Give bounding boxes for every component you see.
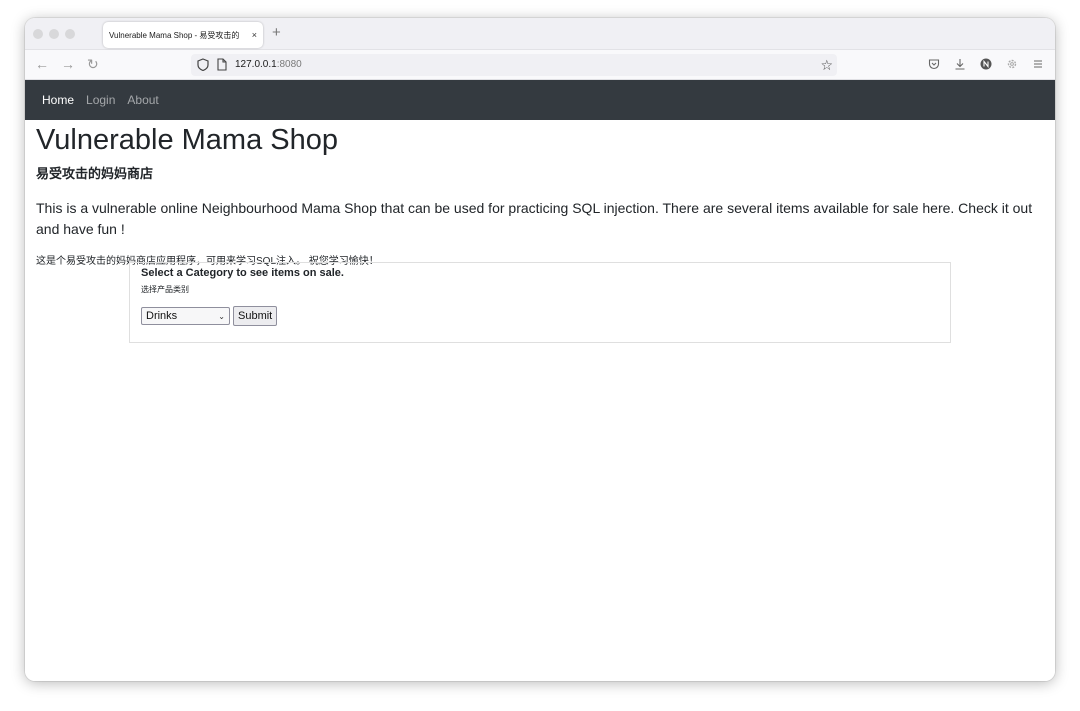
page-icon — [217, 58, 227, 71]
page-subtitle: 易受攻击的妈妈商店 — [36, 166, 154, 181]
category-select-value: Drinks — [146, 310, 178, 322]
bookmark-star-icon[interactable]: ☆ — [820, 57, 833, 74]
browser-window: Vulnerable Mama Shop - 易受攻击的 × + ← → ↻ 1… — [25, 18, 1055, 681]
url-text[interactable]: 127.0.0.1:8080 — [235, 59, 302, 70]
address-bar[interactable]: 127.0.0.1:8080 ☆ — [191, 54, 837, 76]
submit-button[interactable]: Submit — [233, 306, 278, 326]
site-navbar: Home Login About — [25, 80, 1055, 120]
download-icon[interactable] — [954, 58, 966, 70]
reload-icon[interactable]: ↻ — [87, 56, 99, 72]
category-form-heading: Select a Category to see items on sale. — [141, 267, 344, 279]
forward-arrow-icon[interactable]: → — [61, 56, 75, 72]
tab-strip: Vulnerable Mama Shop - 易受攻击的 × + — [25, 18, 1055, 50]
close-window-button[interactable] — [33, 29, 43, 39]
browser-toolbar: ← → ↻ 127.0.0.1:8080 ☆ — [25, 50, 1055, 80]
main-content: Vulnerable Mama Shop 易受攻击的妈妈商店 This is a… — [25, 123, 1055, 267]
category-form-subheading: 选择产品类别 — [141, 285, 189, 294]
settings-gear-icon[interactable] — [1006, 58, 1018, 70]
pocket-icon[interactable] — [928, 58, 940, 70]
tab-close-icon[interactable]: × — [252, 30, 257, 40]
url-port: :8080 — [276, 59, 302, 70]
new-tab-button[interactable]: + — [272, 24, 281, 41]
browser-tab-active[interactable]: Vulnerable Mama Shop - 易受攻击的 × — [103, 22, 263, 48]
description-english: This is a vulnerable online Neighbourhoo… — [36, 200, 1033, 237]
extension-badge-icon[interactable] — [980, 58, 992, 70]
category-select[interactable]: Drinks ⌄ — [141, 307, 230, 325]
nav-link-home[interactable]: Home — [42, 93, 74, 107]
window-controls — [33, 29, 75, 39]
chevron-down-icon: ⌄ — [218, 311, 225, 321]
category-form-row: Drinks ⌄ Submit — [141, 306, 939, 326]
url-host: 127.0.0.1 — [235, 59, 277, 70]
back-arrow-icon[interactable]: ← — [35, 56, 49, 72]
web-page: Home Login About Vulnerable Mama Shop 易受… — [25, 80, 1055, 681]
nav-link-about[interactable]: About — [127, 93, 158, 107]
maximize-window-button[interactable] — [65, 29, 75, 39]
page-title: Vulnerable Mama Shop — [36, 124, 338, 156]
shield-icon[interactable] — [197, 58, 209, 71]
minimize-window-button[interactable] — [49, 29, 59, 39]
category-form-card: Select a Category to see items on sale. … — [129, 262, 951, 343]
tab-title: Vulnerable Mama Shop - 易受攻击的 — [109, 30, 240, 40]
nav-link-login[interactable]: Login — [86, 93, 115, 107]
hamburger-menu-icon[interactable] — [1032, 58, 1044, 70]
